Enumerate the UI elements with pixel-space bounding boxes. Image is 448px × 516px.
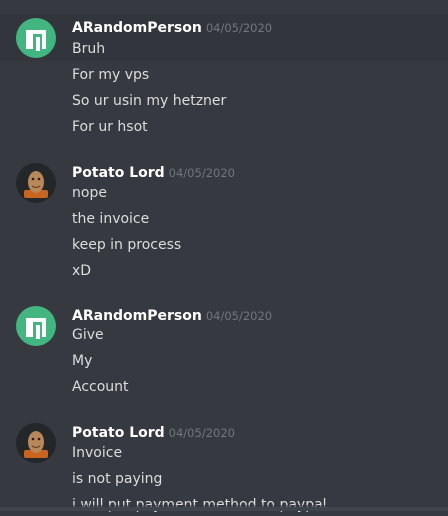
avatar[interactable]: [16, 306, 56, 346]
message-text: So ur usin my hetzner: [72, 93, 227, 109]
message-text: For my vps: [72, 67, 150, 83]
message-text: Account: [72, 379, 129, 395]
chat-message-list: ARandomPerson 04/05/2020 Bruh For my vps …: [0, 0, 448, 513]
avatar[interactable]: [16, 18, 56, 58]
avatar[interactable]: [16, 163, 56, 203]
message-text: My: [72, 353, 93, 369]
potato-icon: [24, 431, 48, 458]
potato-icon: [24, 171, 48, 198]
green-android-icon: [26, 318, 46, 339]
message-header: Potato Lord 04/05/2020: [72, 162, 235, 184]
message-group: ARandomPerson 04/05/2020 Bruh For my vps …: [0, 0, 448, 140]
timestamp: 04/05/2020: [205, 21, 273, 35]
green-android-icon: [26, 30, 46, 51]
timestamp: 04/05/2020: [205, 309, 273, 323]
message-group: ARandomPerson 04/05/2020 Give My Account: [0, 288, 448, 403]
message-text: keep in process: [72, 237, 182, 253]
message-input-edge[interactable]: [0, 507, 448, 511]
message-header: ARandomPerson 04/05/2020: [72, 17, 272, 39]
message-group: Potato Lord 04/05/2020 nope the invoice k…: [0, 145, 448, 285]
message-group: Potato Lord 04/05/2020 Invoice is not pay…: [0, 405, 448, 513]
message-header: Potato Lord 04/05/2020: [72, 422, 235, 444]
username[interactable]: Potato Lord: [72, 425, 165, 441]
avatar[interactable]: [16, 423, 56, 463]
message-text: Give: [72, 327, 104, 343]
username[interactable]: Potato Lord: [72, 165, 165, 181]
message-text: Invoice: [72, 445, 123, 461]
message-text: is not paying: [72, 471, 163, 487]
message-text: nope: [72, 185, 107, 201]
timestamp: 04/05/2020: [168, 426, 235, 440]
username[interactable]: ARandomPerson: [72, 308, 202, 324]
message-text: the invoice: [72, 211, 150, 227]
message-text: For ur hsot: [72, 119, 148, 135]
username[interactable]: ARandomPerson: [72, 20, 202, 36]
message-text: xD: [72, 263, 92, 279]
message-text: Bruh: [72, 41, 106, 57]
timestamp: 04/05/2020: [168, 166, 235, 180]
